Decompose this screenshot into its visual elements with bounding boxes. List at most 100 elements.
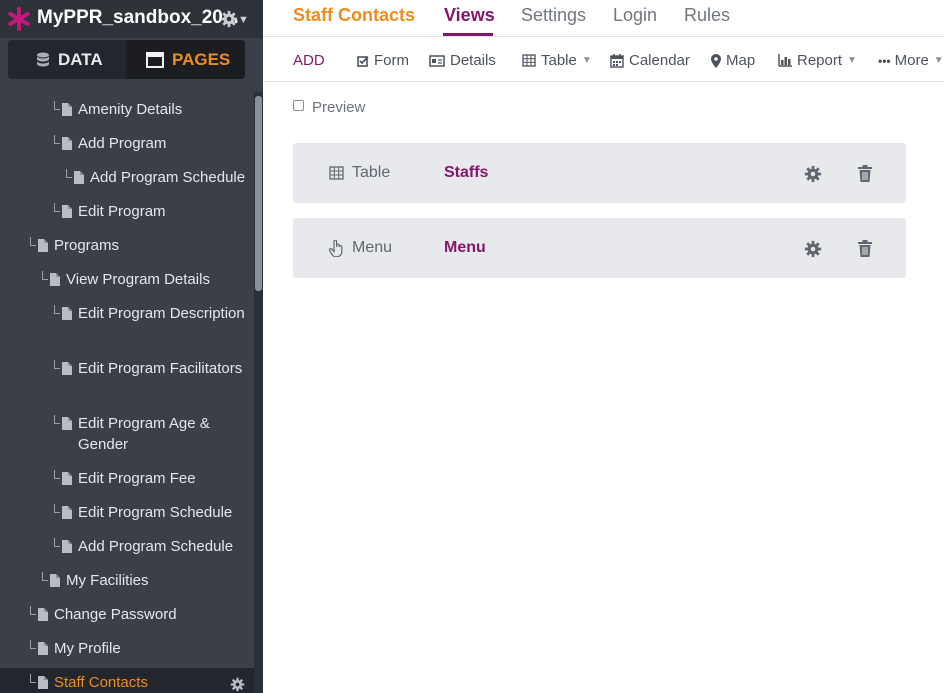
chevron-down-icon: ▼ — [847, 55, 857, 66]
add-calendar-button[interactable]: Calendar — [610, 52, 690, 69]
tree-item[interactable]: Edit Program Schedule — [0, 502, 254, 529]
gear-icon[interactable] — [220, 10, 238, 28]
app-title-row[interactable]: MyPPR_sandbox_20... ▼ — [0, 0, 263, 38]
tree-branch-line — [42, 572, 48, 581]
view-name[interactable]: Menu — [444, 239, 486, 257]
table-label: Table — [541, 52, 577, 69]
tree-item-label: My Facilities — [66, 572, 149, 589]
table-icon — [522, 54, 536, 67]
add-label: ADD — [293, 52, 325, 69]
tab-pages[interactable]: PAGES — [126, 40, 245, 79]
tree-branch-line — [54, 360, 60, 369]
active-tab-underline — [443, 33, 493, 36]
gear-icon[interactable] — [230, 677, 245, 692]
add-details-button[interactable]: Details — [429, 52, 496, 69]
page-file-icon — [62, 506, 72, 519]
tree-branch-line — [54, 504, 60, 513]
tab-data[interactable]: DATA — [8, 40, 126, 79]
tree-item[interactable]: Edit Program — [0, 201, 254, 228]
tree-item-label: Add Program Schedule — [90, 169, 246, 186]
app-logo-icon — [8, 7, 30, 31]
gear-icon[interactable] — [804, 165, 822, 183]
tree-item[interactable]: Edit Program Facilitators — [0, 358, 254, 406]
preview-checkbox[interactable] — [293, 99, 304, 111]
tree-item-label: My Profile — [54, 640, 121, 657]
add-map-button[interactable]: Map — [711, 52, 755, 69]
tab-settings[interactable]: Settings — [521, 5, 586, 26]
more-button[interactable]: ••• More ▼ — [878, 52, 944, 69]
page-file-icon — [62, 205, 72, 218]
tab-views[interactable]: Views — [444, 5, 495, 26]
view-toolbar: ADD Form Details Table ▼ Calendar Map Re… — [263, 38, 944, 82]
tree-item-label: Staff Contacts — [54, 674, 148, 691]
tree-branch-line — [30, 674, 36, 683]
tree-item-label: Add Program — [78, 135, 167, 152]
tree-branch-line — [54, 305, 60, 314]
map-marker-icon — [711, 53, 721, 68]
add-report-button[interactable]: Report ▼ — [778, 52, 857, 69]
page-file-icon — [62, 137, 72, 150]
trash-icon[interactable] — [857, 240, 873, 257]
tree-item-label: Edit Program Facilitators — [78, 360, 243, 377]
tree-item[interactable]: Add Program Schedule — [0, 167, 254, 194]
tree-item[interactable]: Edit Program Age & Gender — [0, 413, 254, 461]
tree-branch-line — [54, 415, 60, 424]
tree-item-selected[interactable]: Staff Contacts — [0, 668, 254, 693]
view-card[interactable]: Menu Menu — [293, 218, 906, 278]
database-icon — [37, 52, 49, 66]
preview-toggle[interactable]: Preview — [293, 97, 365, 117]
tab-data-label: DATA — [58, 49, 103, 69]
more-label: More — [894, 52, 929, 69]
add-table-button[interactable]: Table ▼ — [522, 52, 592, 69]
chevron-down-icon[interactable]: ▼ — [238, 14, 249, 26]
tree-item[interactable]: Add Program Schedule — [0, 536, 254, 563]
tree-item[interactable]: Amenity Details — [0, 99, 254, 126]
tab-login[interactable]: Login — [613, 5, 657, 26]
tree-item[interactable]: Edit Program Fee — [0, 468, 254, 495]
tree-branch-line — [66, 169, 72, 178]
tree-item-label: Edit Program Fee — [78, 470, 196, 487]
chevron-down-icon: ▼ — [581, 55, 592, 66]
tree-branch-line — [30, 640, 36, 649]
pointer-hand-icon — [329, 239, 343, 257]
page-file-icon — [62, 307, 72, 320]
gear-icon[interactable] — [804, 240, 822, 258]
trash-icon[interactable] — [857, 165, 873, 182]
tree-item[interactable]: View Program Details — [0, 269, 254, 296]
tree-item-label: Add Program Schedule — [78, 538, 234, 555]
tree-item[interactable]: Programs — [0, 235, 254, 262]
map-label: Map — [726, 52, 756, 69]
report-label: Report — [797, 52, 843, 69]
tab-rules[interactable]: Rules — [684, 5, 730, 26]
object-title[interactable]: Staff Contacts — [293, 5, 415, 26]
view-type: Table — [329, 164, 390, 182]
view-type-label: Table — [352, 164, 391, 181]
app-root: MyPPR_sandbox_20... ▼ DATA PAGES Amenity… — [0, 0, 944, 693]
tab-pages-label: PAGES — [172, 49, 231, 69]
tree-branch-line — [54, 101, 60, 110]
bar-chart-icon — [778, 54, 792, 67]
page-file-icon — [38, 608, 48, 621]
ellipsis-icon: ••• — [878, 53, 891, 68]
top-nav: Staff Contacts Views Settings Login Rule… — [263, 0, 944, 37]
tree-branch-line — [42, 271, 48, 280]
sidebar-scrollbar-thumb[interactable] — [255, 96, 262, 291]
view-name[interactable]: Staffs — [444, 164, 488, 182]
tree-item-label: Edit Program — [78, 203, 166, 220]
view-type-label: Menu — [352, 239, 393, 256]
page-file-icon — [38, 239, 48, 252]
app-title[interactable]: MyPPR_sandbox_20... — [37, 7, 239, 29]
tree-item[interactable]: My Facilities — [0, 570, 254, 597]
add-form-button[interactable]: Form — [357, 52, 409, 69]
tree-item[interactable]: Edit Program Description — [0, 303, 254, 351]
table-icon — [329, 166, 344, 180]
tree-item[interactable]: My Profile — [0, 638, 254, 665]
form-label: Form — [374, 52, 409, 69]
add-button[interactable]: ADD — [293, 52, 325, 69]
view-card[interactable]: Table Staffs — [293, 143, 906, 203]
tree-item-label: Edit Program Schedule — [78, 504, 233, 521]
window-icon — [146, 51, 164, 68]
tree-item[interactable]: Change Password — [0, 604, 254, 631]
tree-item-label: Change Password — [54, 606, 177, 623]
tree-item[interactable]: Add Program — [0, 133, 254, 160]
